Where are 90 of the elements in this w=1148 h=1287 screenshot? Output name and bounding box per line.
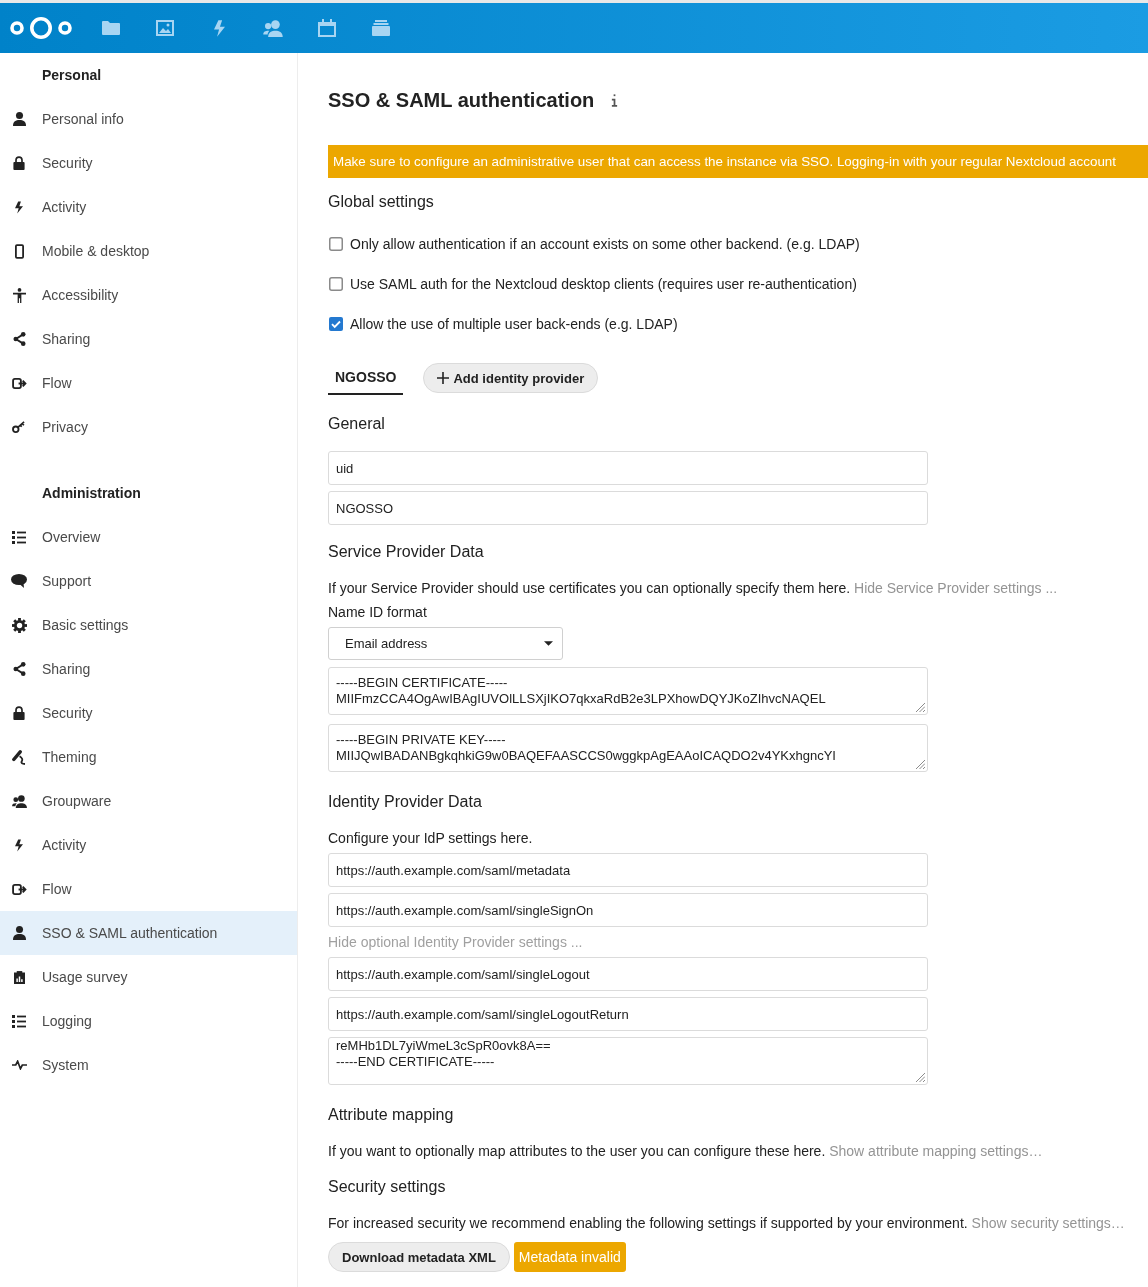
share-icon [12,332,26,346]
box-arrow-icon [11,883,27,895]
sidebar-item[interactable]: Personal info [0,97,297,141]
person-icon [12,112,26,126]
sidebar-item[interactable]: Security [0,141,297,185]
section-heading: Service Provider Data [328,542,485,562]
sidebar-item[interactable]: Flow [0,361,297,405]
bolt-icon[interactable] [213,19,225,37]
sidebar-item[interactable]: Usage survey [0,955,297,999]
section-heading: Global settings [328,192,435,212]
caret-icon [544,641,553,646]
bolt-icon [15,838,23,852]
sidebar-item[interactable]: Sharing [0,317,297,361]
checkbox-label[interactable]: Only allow authentication if an account exists on some other backend. (e.g. LDAP) [350,236,860,252]
stack-icon[interactable] [372,20,390,36]
folder-icon[interactable] [102,21,120,35]
sidebar-item[interactable]: Groupware [0,779,297,823]
people-icon [11,794,27,808]
sidebar-item[interactable]: Overview [0,515,297,559]
sidebar-item[interactable]: SSO & SAML authentication [0,911,297,955]
checkbox[interactable] [329,237,343,251]
textarea-field[interactable]: -----BEGIN CERTIFICATE----- MIIFmzCCA4OgAwIBAgIUVOlLLSXjIKO7qkxaRdB2e3LPXhowDQYJKoZIhvcNAQEL [328,667,928,715]
text-field[interactable]: https://auth.example.com/saml/singleLogoutReturn [328,997,928,1031]
text-field[interactable]: https://auth.example.com/saml/singleSignOn [328,893,928,927]
clipboard-chart-icon [13,970,25,984]
field-label: Name ID format [328,603,428,622]
sidebar-item[interactable]: Sharing [0,647,297,691]
box-arrow-icon [11,377,27,389]
sidebar-item[interactable]: Mobile & desktop [0,229,297,273]
brush-icon [12,749,26,765]
sidebar-item[interactable]: Logging [0,999,297,1043]
provider-tab[interactable]: NGOSSO [328,361,404,395]
image-icon[interactable] [156,20,174,36]
text-field[interactable]: uid [328,451,928,485]
person-icon [12,926,26,940]
key-icon [12,421,26,433]
accessibility-icon [12,287,26,303]
sidebar-item[interactable]: Theming [0,735,297,779]
add-provider-button[interactable]: Add identity provider [423,363,599,393]
sidebar-item[interactable]: Privacy [0,405,297,449]
description-text: Configure your IdP settings here. [328,829,534,848]
text-field[interactable]: https://auth.example.com/saml/metadata [328,853,928,887]
section-heading: Personal [41,66,103,85]
download-button[interactable]: Download metadata XML [328,1242,510,1272]
resize-handle-icon [916,760,925,769]
section-heading: Identity Provider Data [328,792,483,812]
description-text: If your Service Provider should use certificates you can optionally specify them here. Hide Service Provider settings ... [328,579,1059,598]
description-text: For increased security we recommend enabling the following settings if supported by your environment. Show security settings… [328,1214,1126,1233]
sidebar-item[interactable]: Activity [0,823,297,867]
sidebar-item[interactable]: Flow [0,867,297,911]
section-heading: Attribute mapping [328,1105,455,1125]
description-text: If you want to optionally map attributes to the user you can configure these here. Show attribute mapping settings… [328,1142,1044,1161]
resize-handle-icon [916,703,925,712]
info-icon[interactable] [611,93,619,107]
checkbox[interactable] [329,277,343,291]
plus-icon [437,372,450,384]
checkbox-label[interactable]: Use SAML auth for the Nextcloud desktop clients (requires user re-authentication) [350,276,857,292]
dropdown[interactable]: Email address [328,627,563,660]
page-title: SSO & SAML authentication [328,88,595,113]
lock-icon [13,706,25,720]
calendar-icon[interactable] [318,19,336,37]
sidebar-item[interactable]: Support [0,559,297,603]
speech-bubble-icon [11,574,27,588]
section-heading: Administration [41,484,142,503]
sidebar-item[interactable]: Basic settings [0,603,297,647]
sidebar-item[interactable]: System [0,1043,297,1087]
textarea-field[interactable]: -----BEGIN PRIVATE KEY----- MIIJQwIBADANBgkqhkiG9w0BAQEFAASCCS0wggkpAgEAAoICAQDO2v4YKxhgncYI [328,724,928,772]
pulse-icon [11,1060,27,1070]
checkbox-label[interactable]: Allow the use of multiple user back-ends (e.g. LDAP) [350,316,678,332]
logo[interactable] [10,16,72,40]
status-badge: Metadata invalid [513,1242,626,1272]
list-icon [12,1014,26,1028]
text-field[interactable]: https://auth.example.com/saml/singleLogout [328,957,928,991]
list-icon [12,530,26,544]
text-field[interactable]: NGOSSO [328,491,928,525]
lock-icon [13,156,25,170]
textarea-field[interactable]: reMHb1DL7yiWmeL3cSpR0ovk8A== -----END CERTIFICATE----- [328,1037,928,1085]
sidebar-item[interactable]: Activity [0,185,297,229]
sidebar-item[interactable]: Security [0,691,297,735]
section-heading: General [328,414,386,434]
gear-icon [11,617,27,633]
section-heading: Security settings [328,1177,447,1197]
people-icon[interactable] [263,19,283,37]
resize-handle-icon [916,1073,925,1082]
share-icon [12,662,26,676]
checkbox[interactable] [329,317,343,331]
warning-banner: Make sure to configure an administrative user that can access the instance via SSO. Logging-in with your regular Nextcloud account [328,145,1148,178]
sidebar-item[interactable]: Accessibility [0,273,297,317]
phone-icon [14,243,24,259]
bolt-icon [15,200,23,214]
